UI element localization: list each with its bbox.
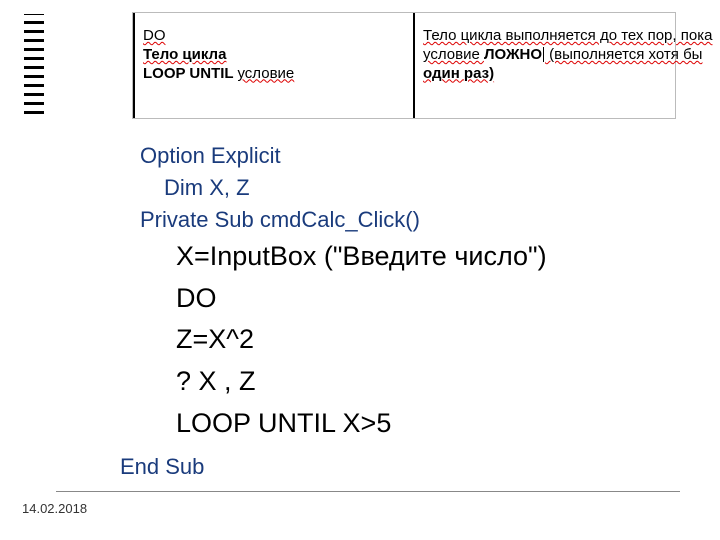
code-do: DO <box>120 278 680 320</box>
code-end-sub: End Sub <box>120 451 680 483</box>
code-sub-header: Private Sub cmdCalc_Click() <box>120 204 680 236</box>
left-hatch-decoration <box>24 14 44 114</box>
syntax-definition-box: DO Тело цикла LOOP UNTIL условие Тело ци… <box>132 12 676 119</box>
syntax-body: Тело цикла <box>143 46 226 63</box>
syntax-do: DO <box>143 27 166 44</box>
code-option-explicit: Option Explicit <box>120 140 680 172</box>
desc-line1: Тело цикла выполняется до тех пор, пока <box>423 27 712 44</box>
footer-date: 14.02.2018 <box>22 501 87 516</box>
syntax-left-column: DO Тело цикла LOOP UNTIL условие <box>133 13 383 118</box>
code-dim: Dim X, Z <box>120 172 680 204</box>
desc-line3: один раз) <box>423 65 494 82</box>
code-inputbox: X=InputBox ("Введите число") <box>120 236 680 278</box>
text-cursor-icon <box>543 47 544 62</box>
syntax-loop-until: LOOP UNTIL <box>143 65 233 82</box>
code-loop-until: LOOP UNTIL X>5 <box>120 403 680 445</box>
code-body: X=InputBox ("Введите число") DO Z=X^2 ? … <box>120 236 680 445</box>
divider <box>56 491 680 492</box>
desc-line2-post: (выполняется хотя бы <box>545 46 702 63</box>
code-assign: Z=X^2 <box>120 319 680 361</box>
code-print: ? X , Z <box>120 361 680 403</box>
syntax-condition: условие <box>237 65 294 82</box>
code-listing: Option Explicit Dim X, Z Private Sub cmd… <box>120 140 680 483</box>
syntax-right-column: Тело цикла выполняется до тех пор, пока … <box>413 13 673 118</box>
desc-line2-bold: ЛОЖНО <box>484 46 542 63</box>
desc-line2-pre: условие <box>423 46 484 63</box>
